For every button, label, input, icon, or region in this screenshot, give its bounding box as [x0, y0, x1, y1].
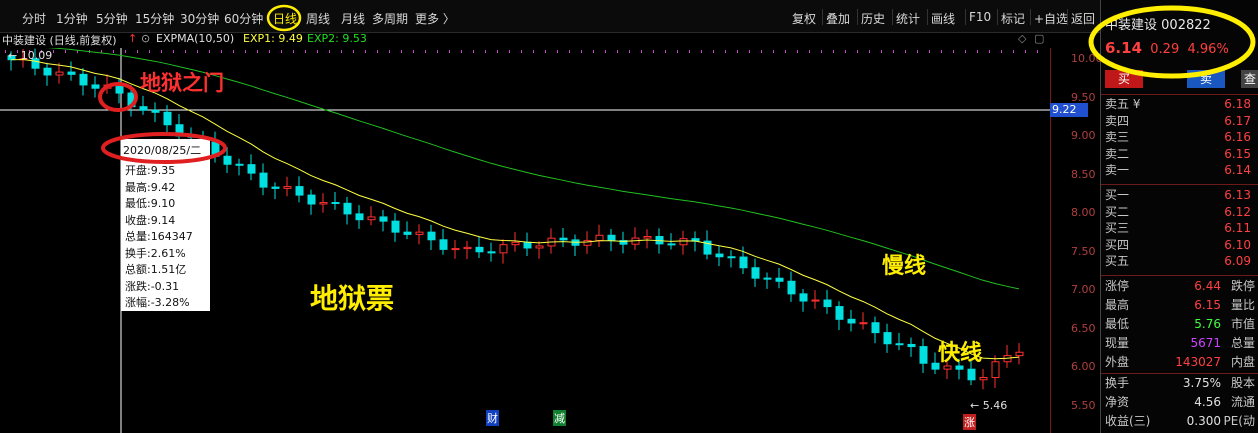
- quote-row: 卖一 6.14: [1105, 163, 1251, 177]
- quote-row: 流通 净资 4.56: [1105, 395, 1255, 409]
- annotation-fast-line: 快线: [938, 341, 983, 366]
- quote-row: 买二 6.12: [1105, 204, 1251, 219]
- price-tick: 7.50: [1071, 244, 1096, 258]
- buy-button[interactable]: 买: [1105, 70, 1143, 88]
- quote-row: 买五 6.09: [1105, 254, 1251, 268]
- exp1-value: EXP1: 9.49: [243, 32, 303, 45]
- tooltip-line: 总额:1.51亿: [125, 263, 187, 276]
- quote-row: 买四 6.10: [1105, 237, 1251, 252]
- period-tab-0[interactable]: 分时: [22, 10, 46, 27]
- quote-row: PE(动 收益(三) 0.300: [1105, 414, 1255, 428]
- quote-row: 买三 6.11: [1105, 221, 1251, 235]
- tooltip-line: 总量:164347: [125, 230, 193, 243]
- diamond-icon[interactable]: ◇: [1018, 32, 1026, 45]
- quote-row: 量比 最高 6.15: [1105, 298, 1255, 312]
- period-tab-3[interactable]: 15分钟: [135, 10, 174, 27]
- quote-row: 卖五 ¥6.18: [1105, 97, 1251, 111]
- stock-price-line: 6.14 0.29 4.96%: [1105, 39, 1229, 57]
- exp2-value: EXP2: 9.53: [307, 32, 367, 45]
- price-tick: 7.00: [1071, 283, 1096, 296]
- tool-button-2[interactable]: 历史: [861, 10, 885, 27]
- arrow-up-icon[interactable]: ↑: [128, 32, 137, 45]
- period-tab-5[interactable]: 60分钟: [224, 10, 263, 27]
- tooltip-line: 换手:2.61%: [125, 246, 186, 260]
- tooltip-line: 涨跌:-0.31: [125, 279, 180, 293]
- collapse-icon[interactable]: ▢: [1034, 32, 1044, 45]
- quote-panel: 中装建设 002822 6.14 0.29 4.96% 买 卖 查 卖五 ¥6.…: [1100, 0, 1258, 433]
- candle-tooltip: 2020/08/25/二 开盘:9.35 最高:9.42 最低:9.10 收盘:9.1…: [121, 139, 210, 311]
- high-price-label: ← 10.09: [8, 49, 53, 62]
- quote-row: 内盘 外盘 143027: [1105, 355, 1255, 369]
- chart-title: 中装建设 (日线,前复权): [2, 34, 117, 47]
- quote-row: 市值 最低 5.76: [1105, 317, 1255, 331]
- period-toolbar: 分时 1分钟 5分钟 15分钟 30分钟 60分钟 日线 周线 月线 多周期 更多 〉 复权 叠加 历史…: [0, 0, 1100, 33]
- price-tick: 5.50: [1071, 398, 1096, 412]
- quote-row: 卖二 6.15: [1105, 146, 1251, 161]
- period-tab-10[interactable]: 更多 〉: [415, 10, 455, 27]
- annotation-hell-gate: 地狱之门: [140, 71, 224, 95]
- query-button[interactable]: 查: [1241, 70, 1258, 88]
- price-tick: 9.00: [1071, 129, 1096, 142]
- quote-row: 总量 现量 5671: [1105, 336, 1255, 350]
- price-tick: 10.00: [1071, 52, 1103, 65]
- quote-row: 卖四 6.17: [1105, 113, 1251, 128]
- tooltip-date: 2020/08/25/二: [123, 144, 202, 157]
- tooltip-line: 收盘:9.14: [125, 213, 176, 227]
- event-marker-jian[interactable]: 减: [553, 410, 566, 426]
- period-tab-6[interactable]: 日线: [273, 10, 297, 27]
- period-tab-9[interactable]: 多周期: [372, 10, 408, 27]
- low-price-label: ← 5.46: [970, 399, 1008, 412]
- tool-button-6[interactable]: 标记: [1001, 10, 1025, 27]
- quote-row: 卖三 6.16: [1105, 130, 1251, 144]
- price-tick: 8.00: [1071, 206, 1096, 219]
- sell-button[interactable]: 卖: [1187, 70, 1225, 88]
- tool-button-7[interactable]: +自选: [1034, 10, 1068, 27]
- tool-button-3[interactable]: 统计: [896, 10, 920, 27]
- tooltip-line: 最低:9.10: [125, 197, 176, 210]
- annotation-hell-stock: 地狱票: [310, 282, 395, 315]
- period-tab-1[interactable]: 1分钟: [56, 10, 88, 27]
- quote-row: 跌停 涨停 6.44: [1105, 279, 1255, 293]
- event-marker-zhang[interactable]: 涨: [963, 414, 976, 430]
- indicator-name[interactable]: EXPMA(10,50): [156, 32, 234, 45]
- period-tab-8[interactable]: 月线: [341, 10, 365, 27]
- period-tab-2[interactable]: 5分钟: [96, 10, 128, 27]
- tool-button-5[interactable]: F10: [969, 10, 991, 24]
- price-tick: 9.50: [1071, 90, 1096, 104]
- tooltip-line: 涨幅:-3.28%: [125, 296, 190, 309]
- tool-button-0[interactable]: 复权: [792, 10, 816, 27]
- tooltip-line: 开盘:9.35: [125, 164, 176, 177]
- event-marker-cai[interactable]: 财: [486, 410, 499, 426]
- crosshair-price-tag: 9.22: [1050, 103, 1088, 117]
- period-tab-4[interactable]: 30分钟: [180, 10, 219, 27]
- stock-name-code: 中装建设 002822: [1105, 18, 1211, 33]
- indicator-bar: 中装建设 (日线,前复权) ↑ ⊙ EXPMA(10,50) EXP1: 9.4…: [0, 32, 1050, 48]
- price-tick: 8.50: [1071, 167, 1096, 181]
- annotation-slow-line: 慢线: [882, 254, 927, 279]
- quote-row: 股本 换手 3.75%: [1105, 376, 1255, 390]
- tool-button-4[interactable]: 画线: [931, 10, 955, 27]
- tooltip-line: 最高:9.42: [125, 180, 176, 194]
- tool-button-8[interactable]: 返回: [1071, 10, 1095, 27]
- price-tick: 6.00: [1071, 360, 1096, 373]
- price-tick: 6.50: [1071, 321, 1096, 335]
- chevron-down-icon[interactable]: ⊙: [141, 32, 150, 45]
- tool-button-1[interactable]: 叠加: [826, 10, 850, 27]
- quote-row: 买一 6.13: [1105, 188, 1251, 202]
- period-tab-7[interactable]: 周线: [306, 10, 330, 27]
